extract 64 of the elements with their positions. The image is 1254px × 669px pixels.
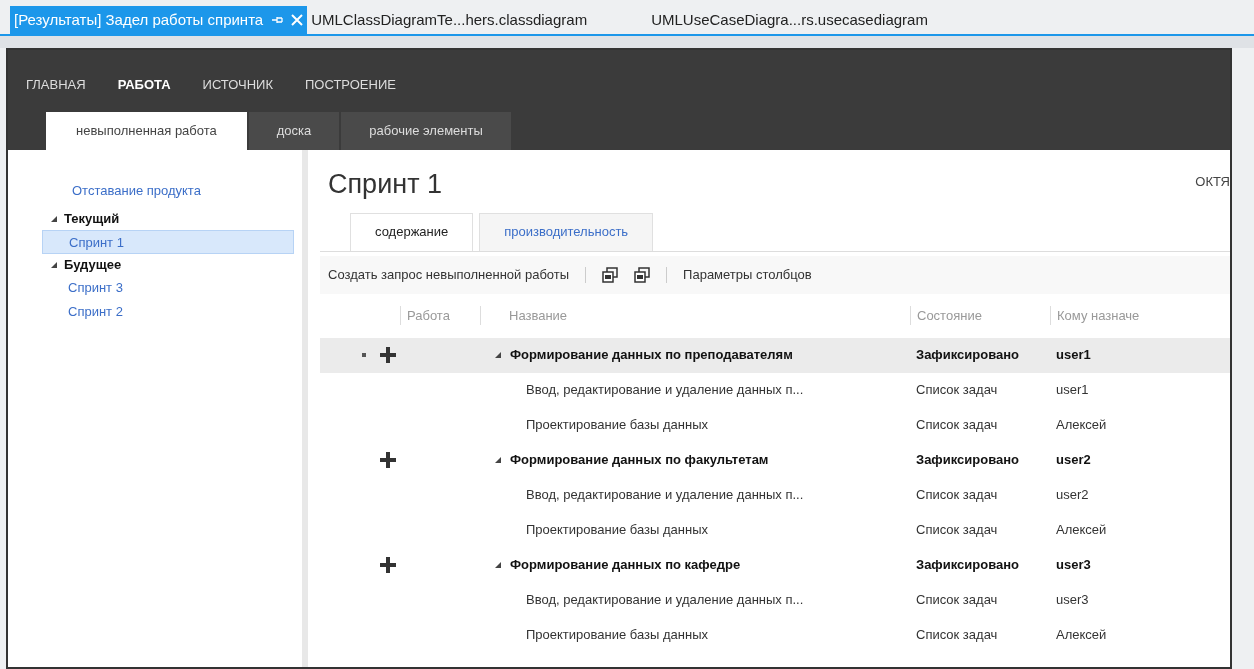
view-tab[interactable]: невыполненная работа: [46, 112, 247, 150]
table-cell-text: Формирование данных по кафедре: [510, 556, 741, 575]
table-cell-text: Список задач: [915, 486, 999, 505]
plus-icon[interactable]: [380, 557, 396, 573]
table-cell-text: Алексей: [1055, 626, 1108, 645]
table-cell-text: Ввод, редактирование и удаление данных п...: [525, 591, 805, 610]
table-cell-text: user1: [1055, 346, 1092, 365]
table-cell-text: Алексей: [1055, 521, 1108, 540]
plus-icon[interactable]: [380, 452, 396, 468]
document-tab[interactable]: UMLClassDiagramTe...hers.classdiagram: [307, 6, 648, 34]
expand-triangle-icon[interactable]: [494, 561, 502, 569]
table-cell-text: user3: [1055, 591, 1090, 610]
column-options-link[interactable]: Параметры столбцов: [683, 264, 812, 285]
expand-triangle-icon[interactable]: [50, 261, 58, 269]
content-tab[interactable]: производительность: [479, 212, 654, 251]
table-cell-text: Ввод, редактирование и удаление данных п...: [525, 381, 805, 400]
table-cell-text: Список задач: [915, 521, 999, 540]
table-cell-text: Список задач: [915, 381, 999, 400]
table-cell-text: Формирование данных по преподавателям: [510, 346, 793, 365]
view-tab[interactable]: рабочие элементы: [341, 112, 511, 150]
plus-icon[interactable]: [380, 347, 396, 363]
table-cell-text: Зафиксировано: [915, 451, 1021, 470]
table-cell-text: Список задач: [915, 626, 999, 645]
table-row[interactable]: Формирование данных по кафедре Зафиксировано user3: [320, 547, 1230, 583]
date-label: ОКТЯ: [1195, 173, 1230, 191]
close-icon[interactable]: [291, 14, 304, 26]
table-cell-text: Проектирование базы данных: [525, 521, 709, 540]
nav-link[interactable]: РАБОТА: [117, 75, 171, 95]
table-row[interactable]: Формирование данных по факультетам Зафиксировано user2: [320, 442, 1230, 478]
table-cell-text: Формирование данных по факультетам: [510, 451, 769, 470]
sprint-item[interactable]: Спринт 3: [42, 276, 294, 300]
table-cell-text: user3: [1055, 556, 1092, 575]
table-row[interactable]: Формирование данных по преподавателям Зафиксировано user1: [320, 337, 1230, 373]
table-cell-text: Ввод, редактирование и удаление данных п...: [525, 486, 805, 505]
document-tab[interactable]: UMLUseCaseDiagra...rs.usecasediagram: [647, 6, 988, 34]
expand-triangle-icon[interactable]: [494, 456, 502, 464]
stacked-windows-icon[interactable]: [634, 266, 651, 283]
view-tab[interactable]: доска: [248, 112, 340, 150]
nav-link[interactable]: ПОСТРОЕНИЕ: [305, 75, 396, 95]
nav-link[interactable]: ГЛАВНАЯ: [26, 75, 86, 95]
create-query-link[interactable]: Создать запрос невыполненной работы: [328, 264, 570, 285]
table-cell-text: user2: [1055, 486, 1090, 505]
table-cell-text: Проектирование базы данных: [525, 626, 709, 645]
sidebar-group-label[interactable]: Будущее: [64, 255, 122, 275]
row-marker-icon: [362, 353, 366, 357]
pin-icon[interactable]: [271, 14, 284, 26]
stacked-windows-icon[interactable]: [602, 266, 619, 283]
expand-triangle-icon[interactable]: [50, 215, 58, 223]
expand-triangle-icon[interactable]: [494, 351, 502, 359]
table-cell-text: Проектирование базы данных: [525, 416, 709, 435]
content-tab[interactable]: содержание: [350, 212, 474, 251]
table-cell-text: Алексей: [1055, 416, 1108, 435]
table-cell-text: user2: [1055, 451, 1092, 470]
page-title: Спринт 1: [327, 168, 442, 201]
nav-link[interactable]: ИСТОЧНИК: [202, 75, 273, 95]
table-cell-text: Зафиксировано: [915, 346, 1021, 365]
table-cell-text: Список задач: [915, 416, 999, 435]
sprint-item[interactable]: Спринт 1: [42, 230, 294, 254]
sprint-item[interactable]: Спринт 2: [42, 300, 294, 324]
sidebar-link[interactable]: Отставание продукта: [42, 180, 302, 202]
table-cell-text: Список задач: [915, 591, 999, 610]
table-cell-text: user1: [1055, 381, 1090, 400]
table-cell-text: Зафиксировано: [915, 556, 1021, 575]
sidebar-group-label[interactable]: Текущий: [64, 209, 120, 229]
